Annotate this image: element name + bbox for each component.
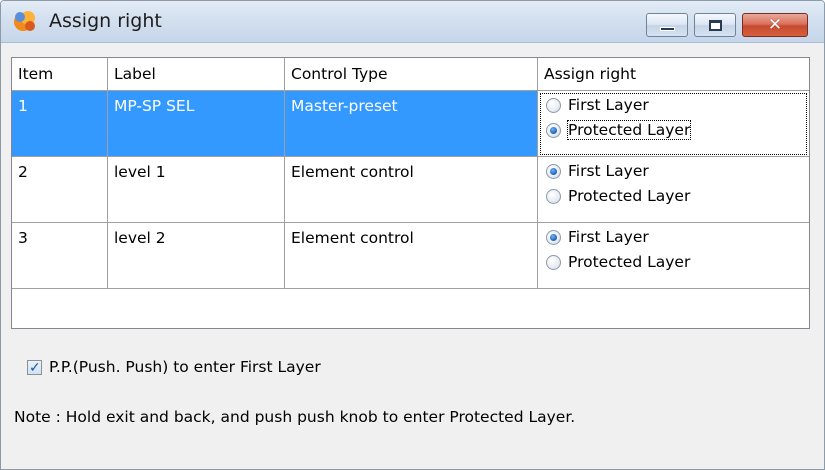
assign-right-window: Assign right ✕ Item Label Control Type A… — [0, 0, 825, 470]
maximize-button[interactable] — [694, 13, 736, 37]
checkbox-checked-icon[interactable] — [27, 357, 42, 379]
radio-label: Protected Layer — [568, 187, 691, 205]
radio-label: First Layer — [568, 96, 649, 114]
radio-button-selected[interactable] — [546, 230, 561, 245]
column-header-item[interactable]: Item — [12, 58, 108, 91]
minimize-icon — [660, 27, 675, 31]
window-title: Assign right — [49, 10, 162, 32]
cell-control-type[interactable]: Element control — [285, 157, 538, 223]
radio-label: Protected Layer — [566, 120, 692, 140]
radio-button[interactable] — [546, 255, 561, 270]
radio-label: Protected Layer — [568, 253, 691, 271]
cell-item[interactable]: 1 — [12, 91, 108, 157]
cell-item[interactable]: 3 — [12, 223, 108, 289]
cell-label[interactable]: level 2 — [108, 223, 285, 289]
radio-button-selected[interactable] — [546, 123, 561, 138]
close-icon: ✕ — [767, 15, 783, 35]
radio-button-selected[interactable] — [546, 164, 561, 179]
maximize-icon — [709, 20, 722, 31]
table-row[interactable]: 1 MP-SP SEL Master-preset First Layer Pr… — [12, 91, 809, 157]
cell-assign-right: First Layer Protected Layer — [538, 223, 809, 289]
radio-protected-layer[interactable]: Protected Layer — [538, 118, 809, 143]
radio-protected-layer[interactable]: Protected Layer — [538, 184, 809, 209]
cell-label[interactable]: level 1 — [108, 157, 285, 223]
cell-control-type[interactable]: Element control — [285, 223, 538, 289]
assign-right-table[interactable]: Item Label Control Type Assign right 1 M… — [11, 57, 810, 329]
radio-label: First Layer — [568, 228, 649, 246]
cell-assign-right: First Layer Protected Layer — [538, 157, 809, 223]
cell-label[interactable]: MP-SP SEL — [108, 91, 285, 157]
radio-protected-layer[interactable]: Protected Layer — [538, 250, 809, 275]
table-row[interactable]: 2 level 1 Element control First Layer Pr… — [12, 157, 809, 223]
app-logo-icon — [14, 11, 35, 31]
column-header-assign-right[interactable]: Assign right — [538, 58, 809, 91]
cell-item[interactable]: 2 — [12, 157, 108, 223]
cell-assign-right: First Layer Protected Layer — [538, 91, 809, 157]
cell-control-type[interactable]: Master-preset — [285, 91, 538, 157]
radio-first-layer[interactable]: First Layer — [538, 225, 809, 250]
column-header-control-type[interactable]: Control Type — [285, 58, 538, 91]
radio-first-layer[interactable]: First Layer — [538, 159, 809, 184]
title-bar[interactable]: Assign right ✕ — [1, 1, 824, 43]
close-button[interactable]: ✕ — [742, 13, 808, 37]
minimize-button[interactable] — [646, 13, 688, 37]
radio-label: First Layer — [568, 162, 649, 180]
radio-button[interactable] — [546, 98, 561, 113]
radio-button[interactable] — [546, 189, 561, 204]
checkbox-label: P.P.(Push. Push) to enter First Layer — [49, 358, 321, 376]
table-header: Item Label Control Type Assign right — [12, 58, 809, 91]
note-text: Note : Hold exit and back, and push push… — [14, 408, 576, 426]
radio-first-layer[interactable]: First Layer — [538, 93, 809, 118]
table-row[interactable]: 3 level 2 Element control First Layer Pr… — [12, 223, 809, 289]
column-header-label[interactable]: Label — [108, 58, 285, 91]
